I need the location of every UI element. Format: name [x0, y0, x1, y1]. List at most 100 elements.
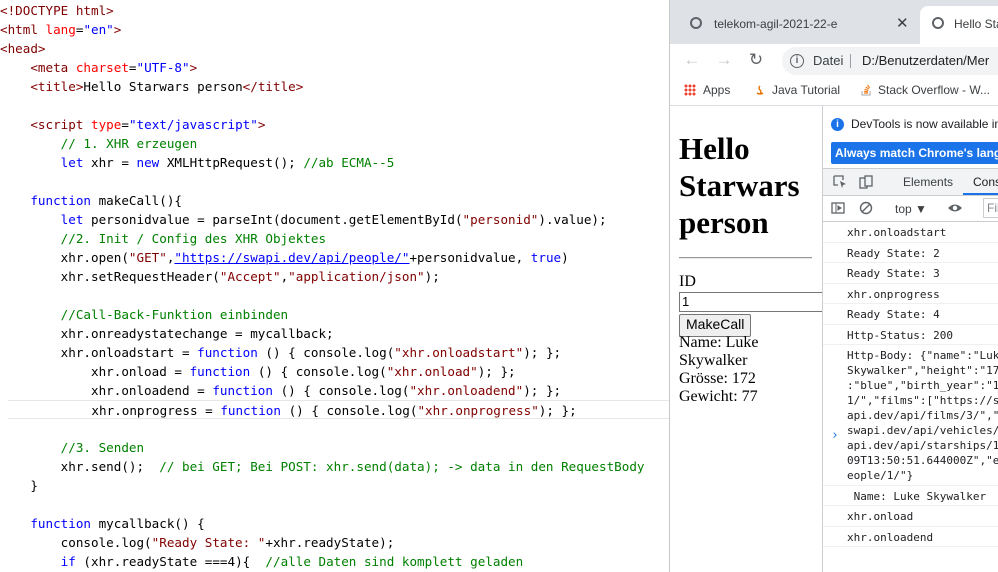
code-token: //alle Daten sind komplett geladen: [265, 554, 524, 569]
tab-telekom[interactable]: telekom-agil-2021-22-e ✕: [678, 6, 918, 44]
code-token: //2. Init / Config des XHR Objektes: [60, 231, 327, 246]
code-line: xhr.onloadend = function () { console.lo…: [0, 381, 561, 400]
code-token: "xhr.onloadstart": [394, 345, 524, 360]
console-prompt-icon[interactable]: ›: [831, 428, 839, 443]
console-message: Ready State: 3: [823, 263, 998, 284]
tab-console[interactable]: Cons: [973, 175, 998, 189]
code-token: ); };: [477, 364, 516, 379]
context-select[interactable]: top ▼: [895, 202, 927, 216]
console-message: Name: Luke Skywalker: [823, 486, 998, 506]
globe-icon: [932, 17, 944, 29]
code-token: console.log(: [0, 535, 152, 550]
code-token: </title>: [242, 79, 304, 94]
console-message: Ready State: 4: [823, 304, 998, 325]
clear-console-icon[interactable]: [859, 201, 873, 215]
sidebar-toggle-icon[interactable]: [831, 201, 845, 215]
url-path: D:/Benutzerdaten/Mer: [862, 53, 990, 68]
code-token: ); };: [538, 403, 577, 418]
reload-icon[interactable]: ↻: [746, 50, 766, 70]
code-token: charset: [75, 60, 129, 75]
code-line: //3. Senden: [0, 438, 144, 457]
page-content: Hello Starwars person ID 1 MakeCall Name…: [670, 106, 829, 572]
devtools-panel: i DevTools is now available in Always ma…: [822, 106, 998, 572]
code-line: xhr.setRequestHeader("Accept","applicati…: [0, 267, 440, 286]
bookmark-stackoverflow[interactable]: Stack Overflow - W...: [860, 83, 990, 97]
page-heading: Hello Starwars person: [679, 130, 800, 241]
match-language-button[interactable]: Always match Chrome's langua: [831, 142, 998, 164]
code-token: lang: [45, 22, 76, 37]
code-line: // 1. XHR erzeugen: [0, 134, 197, 153]
code-token: //ab ECMA--5: [303, 155, 395, 170]
inspect-icon[interactable]: [833, 175, 847, 189]
forward-arrow-icon[interactable]: →: [714, 50, 734, 70]
address-bar[interactable]: i Datei D:/Benutzerdaten/Mer: [782, 47, 998, 75]
code-line: <script type="text/javascript">: [0, 115, 265, 134]
code-token: new: [136, 155, 160, 170]
horizontal-rule: [679, 257, 812, 259]
code-token: true: [530, 250, 562, 265]
console-toolbar: top ▼ Filt: [823, 196, 998, 222]
code-line: //Call-Back-Funktion einbinden: [0, 305, 288, 324]
bookmark-java-tutorial[interactable]: Java Tutorial: [754, 83, 840, 97]
code-line: if (xhr.readyState ===4){ //alle Daten s…: [0, 552, 524, 571]
filter-input[interactable]: Filt: [983, 198, 998, 218]
tab-label: telekom-agil-2021-22-e: [714, 17, 838, 31]
code-token: <html: [0, 22, 46, 37]
code-line: xhr.onload = function () { console.log("…: [0, 362, 516, 381]
code-token: "https://swapi.dev/api/people/": [174, 250, 410, 265]
code-token: <script: [30, 117, 92, 132]
personid-input[interactable]: 1: [679, 292, 829, 312]
tab-hello-starwars[interactable]: Hello Sta: [920, 6, 998, 44]
bookmark-apps[interactable]: Apps: [684, 83, 730, 97]
console-message: Http-Body: {"name":"Luke Skywalker","hei…: [823, 345, 998, 486]
result-weight: Gewicht: 77: [679, 388, 758, 405]
code-line: function mycallback() {: [0, 514, 204, 533]
code-token: "en": [83, 22, 114, 37]
info-icon[interactable]: i: [790, 54, 804, 68]
code-line: xhr.onprogress = function () { console.l…: [8, 400, 669, 419]
code-token: // bei GET; Bei POST: xhr.send(data); ->…: [159, 459, 645, 474]
code-line: console.log("Ready State: "+xhr.readySta…: [0, 533, 395, 552]
code-line: }: [0, 476, 38, 495]
close-icon[interactable]: ✕: [896, 6, 909, 42]
code-token: xhr.onloadstart =: [0, 345, 198, 360]
console-message: xhr.onloadstart: [823, 222, 998, 243]
code-token: xhr.send();: [0, 459, 160, 474]
code-token: xhr.open(: [0, 250, 129, 265]
code-token: );: [424, 269, 440, 284]
code-token: xhr.onreadystatechange = mycallback;: [0, 326, 334, 341]
console-message: xhr.onprogress: [823, 284, 998, 304]
code-token: xhr.onprogress =: [8, 403, 221, 418]
console-message: Http-Status: 200: [823, 325, 998, 345]
heading-line: Starwars: [679, 168, 800, 203]
code-line: xhr.onreadystatechange = mycallback;: [0, 324, 334, 343]
eye-icon[interactable]: [947, 201, 962, 215]
tab-label: Hello Sta: [954, 17, 998, 31]
code-token: xhr =: [83, 155, 137, 170]
code-token: xhr.onloadend =: [0, 383, 213, 398]
code-token: <meta: [30, 60, 76, 75]
code-token: ); };: [523, 383, 562, 398]
code-token: let: [60, 212, 84, 227]
code-token: =: [121, 117, 129, 132]
code-token: type: [91, 117, 122, 132]
code-token: "xhr.onloadend": [409, 383, 524, 398]
console-log: xhr.onloadstart Ready State: 2 Ready State…: [823, 222, 998, 572]
tab-elements[interactable]: Elements: [903, 175, 953, 189]
device-toolbar-icon[interactable]: [859, 175, 873, 189]
code-line: //2. Init / Config des XHR Objektes: [0, 229, 326, 248]
back-arrow-icon[interactable]: ←: [682, 50, 702, 70]
heading-line: Hello: [679, 131, 750, 166]
code-token: <title>: [30, 79, 84, 94]
code-editor[interactable]: <!DOCTYPE html> <html lang="en"> <head> <m…: [0, 0, 669, 572]
code-token: () { console.log(: [257, 345, 395, 360]
code-line: xhr.send(); // bei GET; Bei POST: xhr.se…: [0, 457, 645, 476]
code-token: <!DOCTYPE html>: [0, 3, 114, 18]
code-token: "personid": [462, 212, 539, 227]
result-name-cont: Skywalker: [679, 352, 748, 369]
devtools-infobar: i DevTools is now available in Always ma…: [823, 106, 998, 168]
